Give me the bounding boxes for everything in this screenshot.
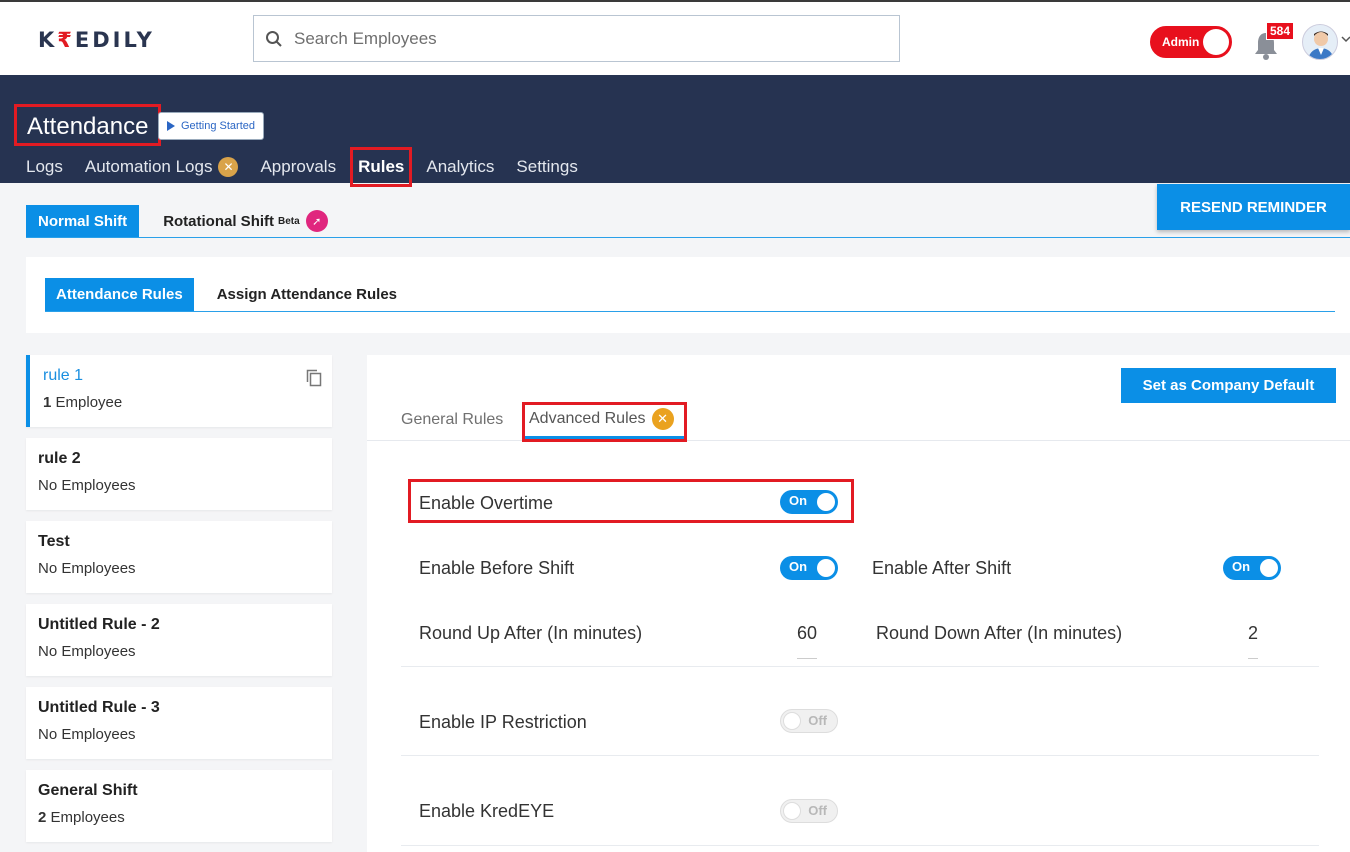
tab-advanced-rules[interactable]: Advanced Rules ✕	[522, 402, 687, 442]
copy-icon[interactable]	[306, 369, 322, 387]
overtime-toggle[interactable]: On	[780, 490, 838, 514]
divider	[401, 755, 1319, 756]
tab-assign-attendance-rules[interactable]: Assign Attendance Rules	[206, 278, 408, 311]
rule-employee-count: No Employees	[38, 477, 136, 494]
rule-card[interactable]: rule 2 No Employees	[26, 438, 332, 510]
rule-employee-count: 1 Employee	[43, 394, 123, 411]
attendance-nav: Logs Automation Logs ✕ Approvals Rules An…	[26, 147, 600, 187]
divider	[401, 845, 1319, 846]
before-shift-toggle[interactable]: On	[780, 556, 838, 580]
rule-name: General Shift	[38, 782, 138, 799]
round-down-input[interactable]: 2	[1245, 623, 1261, 644]
round-up-input[interactable]: 60	[795, 623, 819, 644]
rule-card[interactable]: rule 1 1 Employee	[26, 355, 332, 427]
rule-employee-count: 2 Employees	[38, 809, 125, 826]
tab-normal-shift[interactable]: Normal Shift	[26, 205, 140, 237]
rule-card[interactable]: General Shift 2 Employees	[26, 770, 332, 842]
play-icon	[167, 121, 175, 131]
shift-tabs: Normal Shift Rotational Shift Beta ➚	[26, 205, 1350, 238]
getting-started-button[interactable]: Getting Started	[158, 112, 264, 140]
chevron-down-icon[interactable]	[1341, 32, 1350, 46]
rule-employee-count: No Employees	[38, 643, 136, 660]
rule-card[interactable]: Untitled Rule - 2 No Employees	[26, 604, 332, 676]
nav-settings[interactable]: Settings	[516, 155, 577, 179]
search-input[interactable]	[294, 28, 874, 49]
premium-coin-icon: ✕	[651, 408, 674, 430]
kredeye-toggle[interactable]: Off	[780, 799, 838, 823]
rule-name: rule 1	[43, 367, 84, 384]
rocket-icon: ➚	[305, 210, 328, 232]
rules-sidebar: rule 1 1 Employee rule 2 No Employees Te…	[26, 355, 332, 852]
overtime-label: Enable Overtime	[419, 493, 554, 513]
rule-name: Untitled Rule - 2	[38, 616, 160, 633]
divider	[401, 666, 1319, 667]
rule-employee-count: No Employees	[38, 560, 136, 577]
admin-toggle[interactable]: Admin	[1150, 26, 1232, 58]
rule-name: Test	[38, 533, 70, 550]
rules-tabs-card: Attendance Rules Assign Attendance Rules	[26, 257, 1350, 333]
notification-badge: 584	[1266, 22, 1295, 40]
round-up-label: Round Up After (In minutes)	[419, 623, 643, 643]
rule-name: Untitled Rule - 3	[38, 699, 160, 716]
ip-restriction-toggle[interactable]: Off	[780, 709, 838, 733]
rule-employee-count: No Employees	[38, 726, 136, 743]
kredeye-label: Enable KredEYE	[419, 801, 555, 821]
nav-analytics[interactable]: Analytics	[426, 155, 494, 179]
tab-general-rules[interactable]: General Rules	[401, 411, 503, 429]
set-company-default-button[interactable]: Set as Company Default	[1121, 368, 1336, 403]
search-icon	[254, 16, 294, 61]
toggle-knob	[1203, 29, 1229, 55]
rule-detail-panel: Set as Company Default General Rules Adv…	[367, 355, 1350, 852]
search-bar[interactable]	[253, 15, 900, 62]
after-shift-label: Enable After Shift	[872, 558, 1012, 578]
top-bar: K₹EDILY Admin 584	[0, 0, 1350, 75]
tab-attendance-rules[interactable]: Attendance Rules	[45, 278, 194, 311]
beta-tag: Beta	[278, 215, 300, 227]
nav-approvals[interactable]: Approvals	[260, 155, 336, 179]
nav-logs[interactable]: Logs	[26, 155, 63, 179]
rule-card[interactable]: Test No Employees	[26, 521, 332, 593]
rule-card[interactable]: Untitled Rule - 3 No Employees	[26, 687, 332, 759]
ip-restriction-label: Enable IP Restriction	[419, 712, 587, 732]
avatar[interactable]	[1302, 24, 1338, 60]
premium-coin-icon: ✕	[218, 157, 239, 177]
tab-rotational-shift[interactable]: Rotational Shift Beta ➚	[151, 205, 340, 237]
round-down-underline	[1248, 658, 1258, 659]
resend-reminder-button[interactable]: RESEND REMINDER	[1157, 184, 1350, 230]
nav-rules[interactable]: Rules	[350, 147, 413, 187]
admin-toggle-label: Admin	[1162, 35, 1200, 49]
getting-started-label: Getting Started	[181, 120, 255, 132]
kredily-logo[interactable]: K₹EDILY	[38, 28, 155, 52]
before-shift-label: Enable Before Shift	[419, 558, 575, 578]
rule-sub-tabs: General Rules Advanced Rules ✕	[367, 402, 1350, 442]
round-down-label: Round Down After (In minutes)	[876, 623, 1123, 643]
rule-name: rule 2	[38, 450, 81, 467]
round-up-underline	[797, 658, 817, 659]
after-shift-toggle[interactable]: On	[1223, 556, 1281, 580]
page-title: Attendance	[14, 104, 162, 146]
rules-tabs: Attendance Rules Assign Attendance Rules	[45, 278, 1335, 312]
nav-automation-logs[interactable]: Automation Logs ✕	[85, 155, 239, 179]
